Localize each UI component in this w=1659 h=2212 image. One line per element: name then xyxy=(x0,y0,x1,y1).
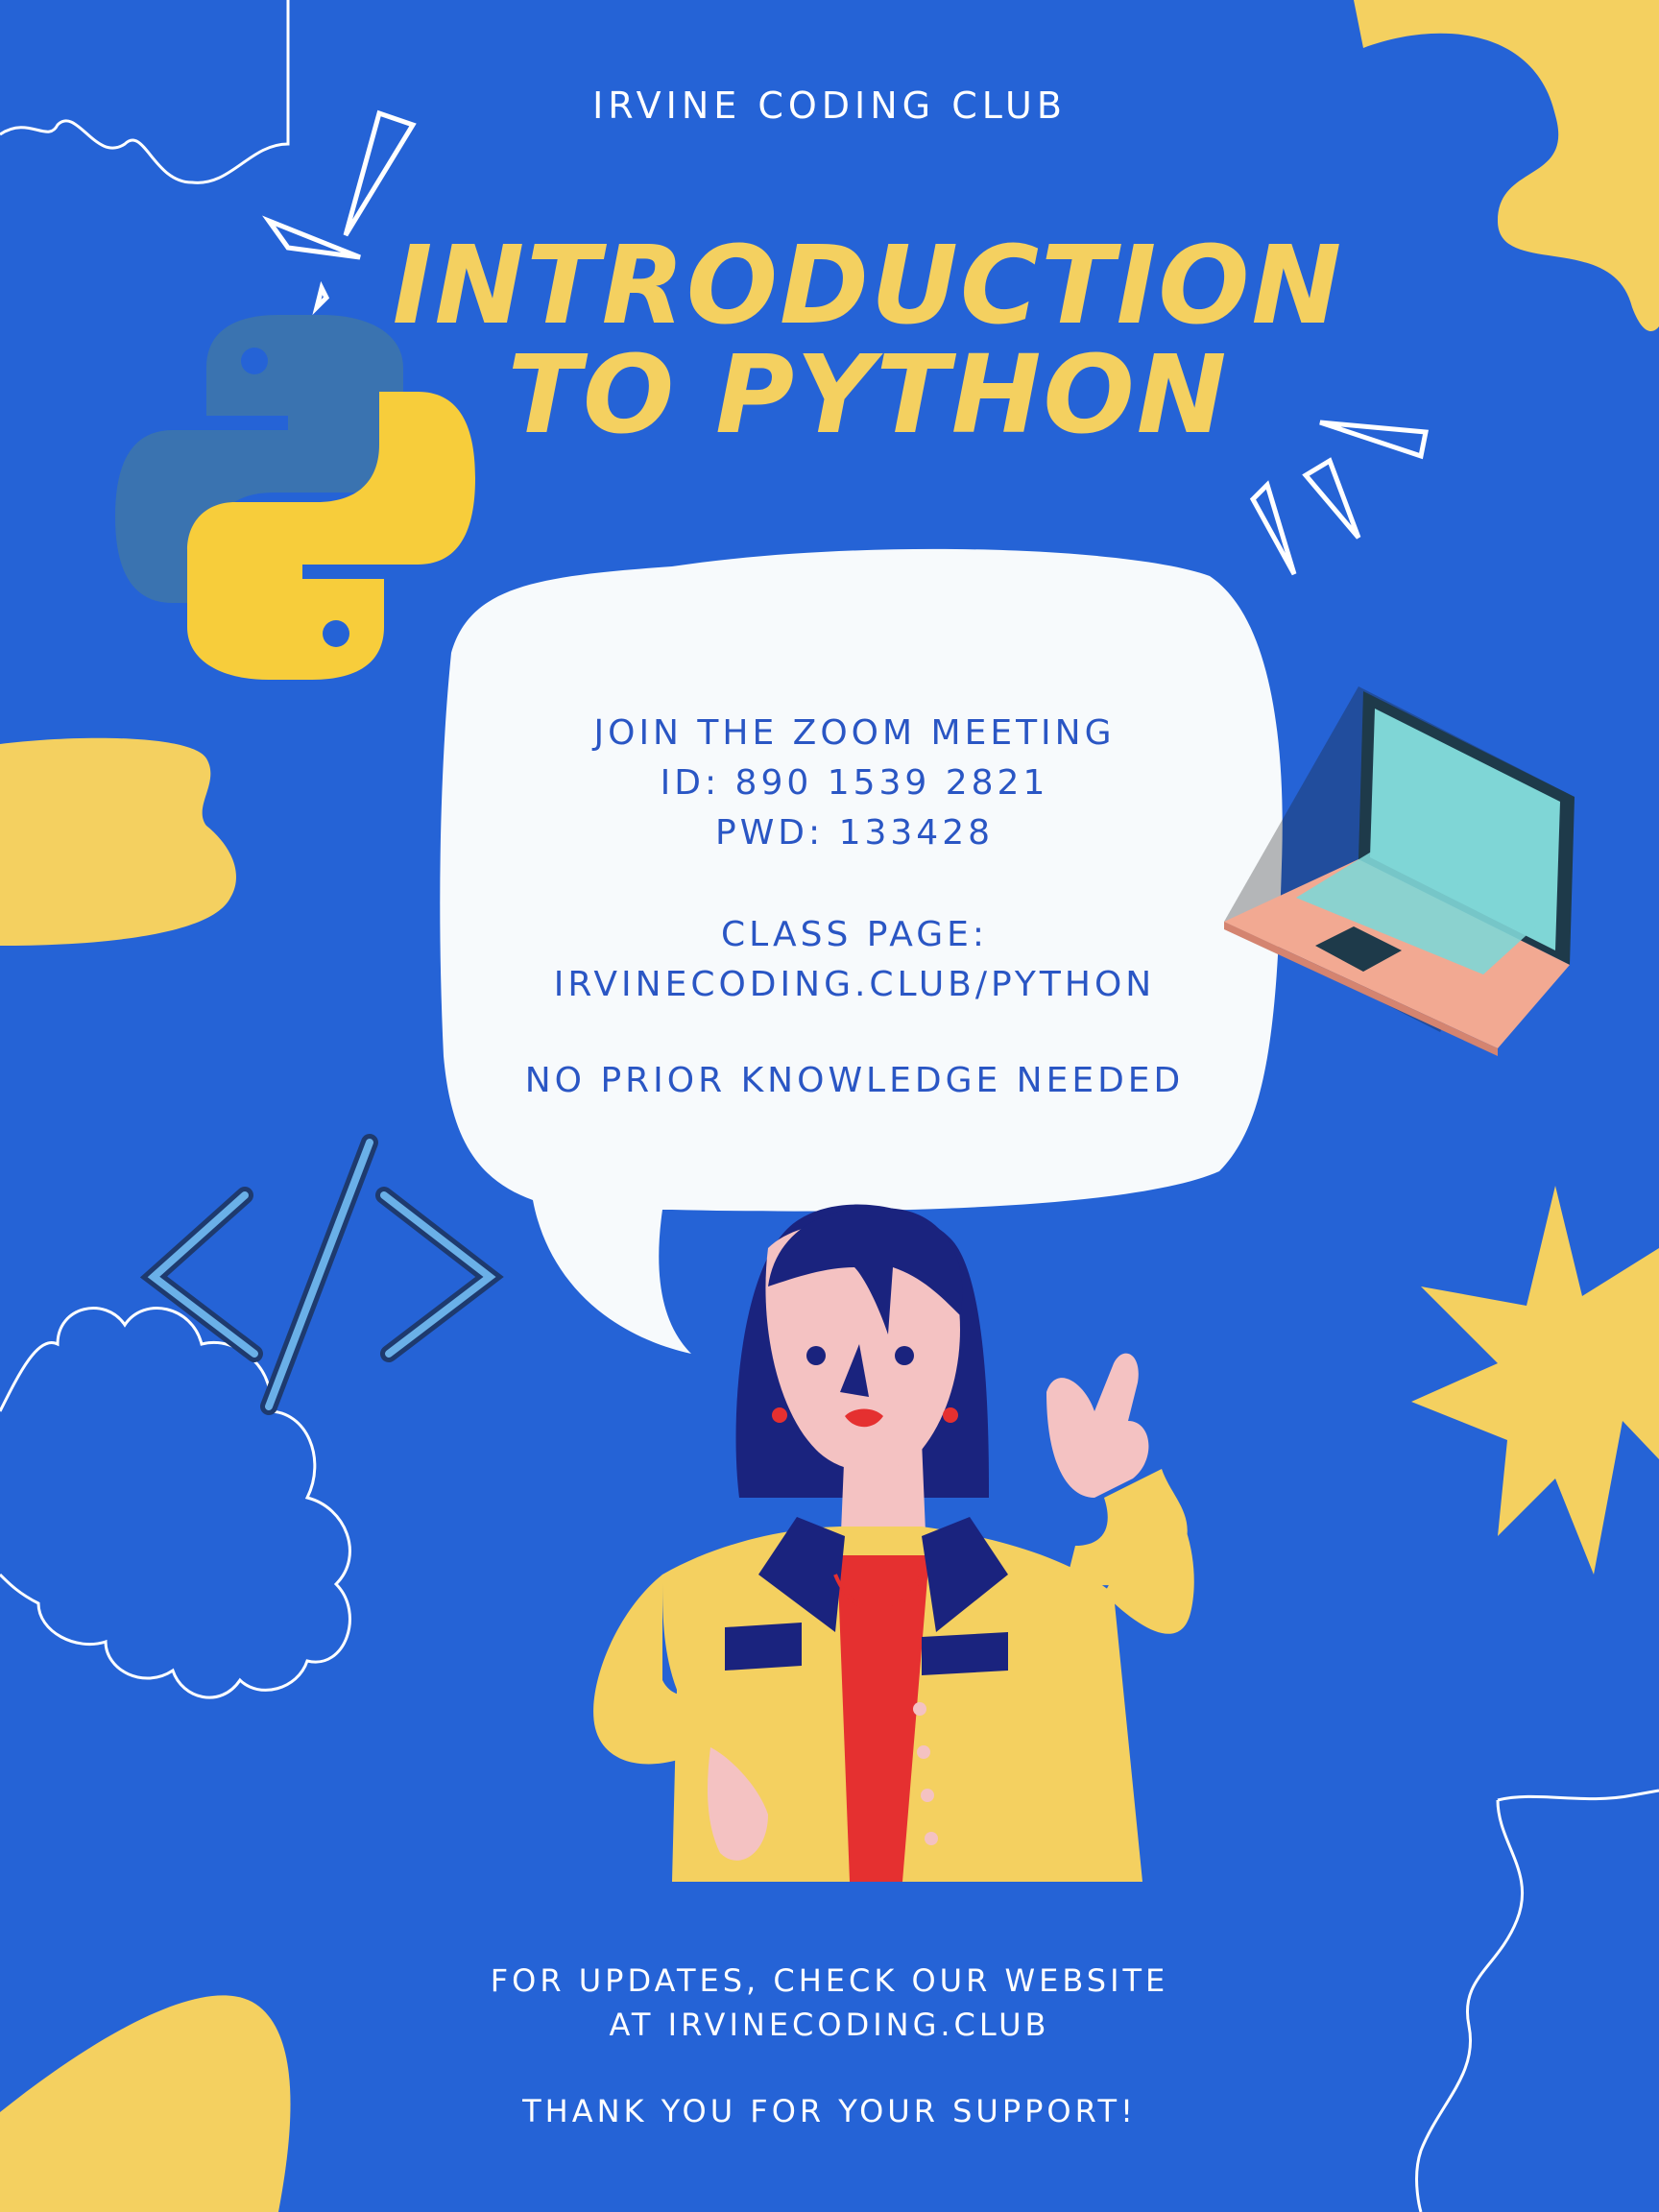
updates-line-1: FOR UPDATES, CHECK OUR WEBSITE xyxy=(490,1962,1169,1999)
code-brackets-icon xyxy=(139,1134,504,1415)
poster: IRVINE CODING CLUB INTRODUCTION TO PYTHO… xyxy=(0,0,1659,2212)
join-zoom-text: JOIN THE ZOOM MEETING xyxy=(593,713,1116,753)
sparkle-triangle xyxy=(343,109,417,237)
club-name: IRVINE CODING CLUB xyxy=(592,84,1067,127)
class-page-label: CLASS PAGE: xyxy=(721,915,988,954)
updates-line-2[interactable]: AT IRVINECODING.CLUB xyxy=(0,2003,1659,2047)
spark-icon xyxy=(1411,1186,1659,1575)
title-line-2: TO PYTHON xyxy=(507,333,1229,458)
woman-illustration xyxy=(593,1204,1194,1882)
password-text: PWD: 133428 xyxy=(714,813,995,853)
class-page-url[interactable]: IRVINECODING.CLUB/PYTHON xyxy=(442,960,1267,1010)
cloud-outline-left xyxy=(0,1307,351,1699)
title-line-1: INTRODUCTION xyxy=(392,224,1344,349)
meeting-id-text: ID: 890 1539 2821 xyxy=(660,763,1049,803)
yellow-blob-left xyxy=(0,737,236,946)
thank-you-text: THANK YOU FOR YOUR SUPPORT! xyxy=(522,2093,1137,2129)
no-prior-knowledge-note: NO PRIOR KNOWLEDGE NEEDED xyxy=(524,1061,1185,1100)
